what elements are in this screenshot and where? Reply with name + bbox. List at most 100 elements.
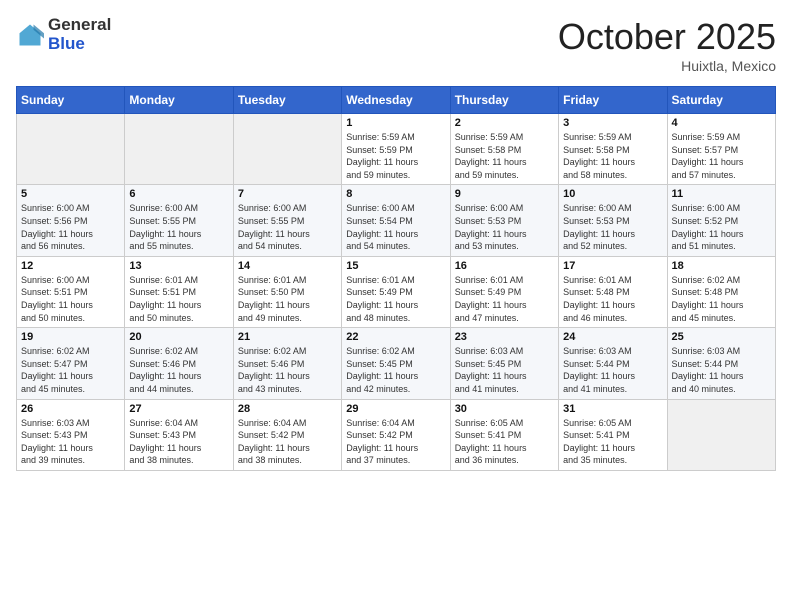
day-number: 20 bbox=[129, 331, 228, 343]
logo-blue-text: Blue bbox=[48, 35, 111, 54]
day-info: Sunrise: 5:59 AM Sunset: 5:58 PM Dayligh… bbox=[563, 131, 662, 181]
day-info: Sunrise: 6:00 AM Sunset: 5:55 PM Dayligh… bbox=[129, 202, 228, 252]
day-info: Sunrise: 6:02 AM Sunset: 5:48 PM Dayligh… bbox=[672, 274, 771, 324]
day-number: 28 bbox=[238, 403, 337, 415]
calendar-cell: 18 Sunrise: 6:02 AM Sunset: 5:48 PM Dayli… bbox=[667, 256, 775, 327]
day-number: 26 bbox=[21, 403, 120, 415]
day-number: 15 bbox=[346, 260, 445, 272]
day-info: Sunrise: 6:00 AM Sunset: 5:53 PM Dayligh… bbox=[455, 202, 554, 252]
day-number: 3 bbox=[563, 117, 662, 129]
day-info: Sunrise: 6:01 AM Sunset: 5:51 PM Dayligh… bbox=[129, 274, 228, 324]
day-info: Sunrise: 6:00 AM Sunset: 5:54 PM Dayligh… bbox=[346, 202, 445, 252]
calendar-cell: 28Sunrise: 6:04 AM Sunset: 5:42 PM Dayli… bbox=[233, 399, 341, 470]
calendar-cell: 20 Sunrise: 6:02 AM Sunset: 5:46 PM Dayli… bbox=[125, 328, 233, 399]
day-number: 22 bbox=[346, 331, 445, 343]
day-info: Sunrise: 6:02 AM Sunset: 5:47 PM Dayligh… bbox=[21, 345, 120, 395]
month-title: October 2025 bbox=[558, 16, 776, 58]
calendar-cell: 9 Sunrise: 6:00 AM Sunset: 5:53 PM Daylig… bbox=[450, 185, 558, 256]
calendar-week-row: 19Sunrise: 6:02 AM Sunset: 5:47 PM Dayli… bbox=[17, 328, 776, 399]
calendar-cell: 16Sunrise: 6:01 AM Sunset: 5:49 PM Dayli… bbox=[450, 256, 558, 327]
logo-general-text: General bbox=[48, 16, 111, 35]
day-number: 8 bbox=[346, 188, 445, 200]
calendar-cell: 21 Sunrise: 6:02 AM Sunset: 5:46 PM Dayli… bbox=[233, 328, 341, 399]
day-number: 14 bbox=[238, 260, 337, 272]
calendar-cell bbox=[233, 114, 341, 185]
title-block: October 2025 Huixtla, Mexico bbox=[558, 16, 776, 74]
day-info: Sunrise: 6:03 AM Sunset: 5:43 PM Dayligh… bbox=[21, 417, 120, 467]
day-info: Sunrise: 6:03 AM Sunset: 5:44 PM Dayligh… bbox=[563, 345, 662, 395]
day-number: 9 bbox=[455, 188, 554, 200]
logo: General Blue bbox=[16, 16, 111, 53]
day-info: Sunrise: 5:59 AM Sunset: 5:59 PM Dayligh… bbox=[346, 131, 445, 181]
calendar-cell: 17 Sunrise: 6:01 AM Sunset: 5:48 PM Dayli… bbox=[559, 256, 667, 327]
calendar-cell: 12 Sunrise: 6:00 AM Sunset: 5:51 PM Dayli… bbox=[17, 256, 125, 327]
calendar-cell: 29Sunrise: 6:04 AM Sunset: 5:42 PM Dayli… bbox=[342, 399, 450, 470]
day-number: 21 bbox=[238, 331, 337, 343]
calendar-week-row: 12 Sunrise: 6:00 AM Sunset: 5:51 PM Dayli… bbox=[17, 256, 776, 327]
day-info: Sunrise: 6:05 AM Sunset: 5:41 PM Dayligh… bbox=[563, 417, 662, 467]
day-info: Sunrise: 6:03 AM Sunset: 5:44 PM Dayligh… bbox=[672, 345, 771, 395]
location-label: Huixtla, Mexico bbox=[558, 58, 776, 74]
calendar-week-row: 1 Sunrise: 5:59 AM Sunset: 5:59 PM Daylig… bbox=[17, 114, 776, 185]
day-number: 10 bbox=[563, 188, 662, 200]
calendar-cell: 24Sunrise: 6:03 AM Sunset: 5:44 PM Dayli… bbox=[559, 328, 667, 399]
calendar-cell: 25 Sunrise: 6:03 AM Sunset: 5:44 PM Dayli… bbox=[667, 328, 775, 399]
day-info: Sunrise: 6:02 AM Sunset: 5:45 PM Dayligh… bbox=[346, 345, 445, 395]
calendar-cell: 13Sunrise: 6:01 AM Sunset: 5:51 PM Dayli… bbox=[125, 256, 233, 327]
calendar-cell: 19Sunrise: 6:02 AM Sunset: 5:47 PM Dayli… bbox=[17, 328, 125, 399]
day-info: Sunrise: 6:00 AM Sunset: 5:55 PM Dayligh… bbox=[238, 202, 337, 252]
day-number: 7 bbox=[238, 188, 337, 200]
calendar-week-row: 5Sunrise: 6:00 AM Sunset: 5:56 PM Daylig… bbox=[17, 185, 776, 256]
calendar-cell: 22 Sunrise: 6:02 AM Sunset: 5:45 PM Dayli… bbox=[342, 328, 450, 399]
day-number: 1 bbox=[346, 117, 445, 129]
weekday-header: Tuesday bbox=[233, 87, 341, 114]
day-number: 25 bbox=[672, 331, 771, 343]
day-number: 11 bbox=[672, 188, 771, 200]
calendar-week-row: 26 Sunrise: 6:03 AM Sunset: 5:43 PM Dayli… bbox=[17, 399, 776, 470]
logo-text: General Blue bbox=[48, 16, 111, 53]
day-info: Sunrise: 6:00 AM Sunset: 5:51 PM Dayligh… bbox=[21, 274, 120, 324]
logo-icon bbox=[16, 21, 44, 49]
day-info: Sunrise: 6:01 AM Sunset: 5:49 PM Dayligh… bbox=[346, 274, 445, 324]
day-number: 4 bbox=[672, 117, 771, 129]
calendar-cell: 7 Sunrise: 6:00 AM Sunset: 5:55 PM Daylig… bbox=[233, 185, 341, 256]
day-number: 2 bbox=[455, 117, 554, 129]
calendar-cell: 27 Sunrise: 6:04 AM Sunset: 5:43 PM Dayli… bbox=[125, 399, 233, 470]
day-info: Sunrise: 6:01 AM Sunset: 5:48 PM Dayligh… bbox=[563, 274, 662, 324]
day-info: Sunrise: 6:02 AM Sunset: 5:46 PM Dayligh… bbox=[238, 345, 337, 395]
day-number: 17 bbox=[563, 260, 662, 272]
day-number: 12 bbox=[21, 260, 120, 272]
calendar-cell: 14Sunrise: 6:01 AM Sunset: 5:50 PM Dayli… bbox=[233, 256, 341, 327]
calendar-cell: 23 Sunrise: 6:03 AM Sunset: 5:45 PM Dayli… bbox=[450, 328, 558, 399]
day-info: Sunrise: 6:00 AM Sunset: 5:52 PM Dayligh… bbox=[672, 202, 771, 252]
day-number: 29 bbox=[346, 403, 445, 415]
calendar-cell: 26 Sunrise: 6:03 AM Sunset: 5:43 PM Dayli… bbox=[17, 399, 125, 470]
calendar-cell: 30 Sunrise: 6:05 AM Sunset: 5:41 PM Dayli… bbox=[450, 399, 558, 470]
calendar-cell: 15 Sunrise: 6:01 AM Sunset: 5:49 PM Dayli… bbox=[342, 256, 450, 327]
calendar-cell bbox=[17, 114, 125, 185]
calendar-table: SundayMondayTuesdayWednesdayThursdayFrid… bbox=[16, 86, 776, 471]
weekday-header: Wednesday bbox=[342, 87, 450, 114]
calendar-body: 1 Sunrise: 5:59 AM Sunset: 5:59 PM Daylig… bbox=[17, 114, 776, 471]
weekday-header: Sunday bbox=[17, 87, 125, 114]
day-info: Sunrise: 6:03 AM Sunset: 5:45 PM Dayligh… bbox=[455, 345, 554, 395]
calendar-cell: 1 Sunrise: 5:59 AM Sunset: 5:59 PM Daylig… bbox=[342, 114, 450, 185]
day-info: Sunrise: 6:02 AM Sunset: 5:46 PM Dayligh… bbox=[129, 345, 228, 395]
calendar-cell: 4Sunrise: 5:59 AM Sunset: 5:57 PM Daylig… bbox=[667, 114, 775, 185]
calendar-header: SundayMondayTuesdayWednesdayThursdayFrid… bbox=[17, 87, 776, 114]
weekday-header: Friday bbox=[559, 87, 667, 114]
day-info: Sunrise: 5:59 AM Sunset: 5:58 PM Dayligh… bbox=[455, 131, 554, 181]
day-number: 27 bbox=[129, 403, 228, 415]
day-info: Sunrise: 6:04 AM Sunset: 5:43 PM Dayligh… bbox=[129, 417, 228, 467]
day-info: Sunrise: 6:00 AM Sunset: 5:56 PM Dayligh… bbox=[21, 202, 120, 252]
day-number: 16 bbox=[455, 260, 554, 272]
weekday-header-row: SundayMondayTuesdayWednesdayThursdayFrid… bbox=[17, 87, 776, 114]
calendar-cell: 5Sunrise: 6:00 AM Sunset: 5:56 PM Daylig… bbox=[17, 185, 125, 256]
day-number: 18 bbox=[672, 260, 771, 272]
day-number: 23 bbox=[455, 331, 554, 343]
day-number: 31 bbox=[563, 403, 662, 415]
calendar-cell: 31 Sunrise: 6:05 AM Sunset: 5:41 PM Dayli… bbox=[559, 399, 667, 470]
day-info: Sunrise: 6:05 AM Sunset: 5:41 PM Dayligh… bbox=[455, 417, 554, 467]
calendar-cell bbox=[125, 114, 233, 185]
day-number: 30 bbox=[455, 403, 554, 415]
